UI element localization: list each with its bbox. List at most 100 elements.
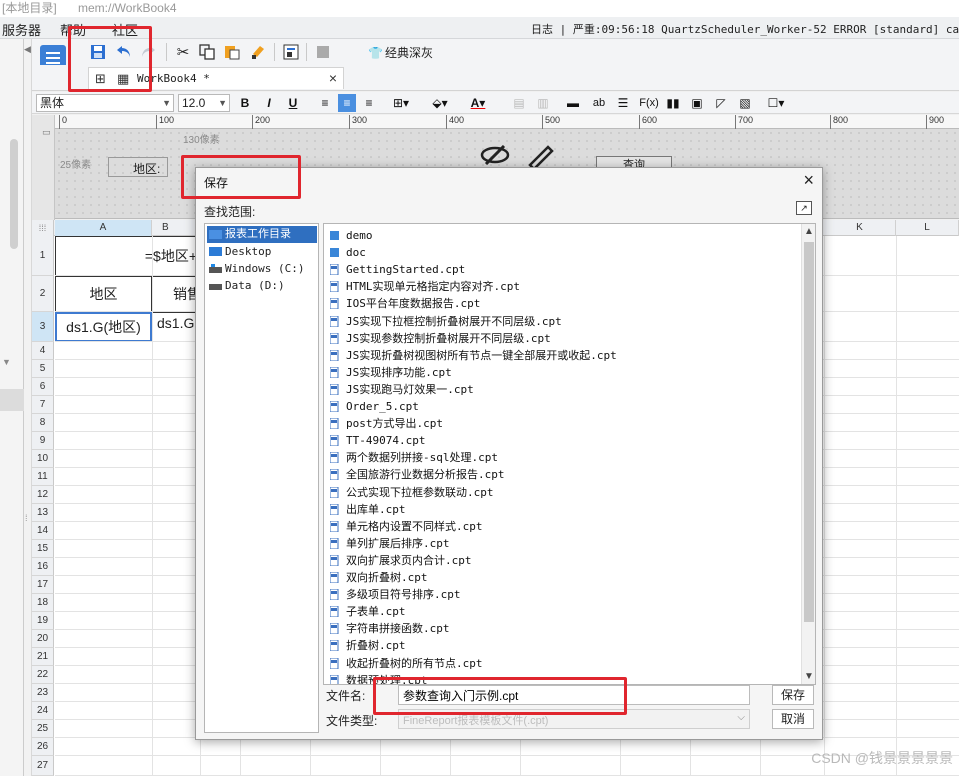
close-tab-icon[interactable]: ×	[329, 70, 337, 86]
align-center-icon[interactable]: ≡	[338, 94, 356, 112]
row-header[interactable]: 21	[32, 648, 54, 666]
preview-icon[interactable]	[281, 42, 301, 62]
row-header[interactable]: 3	[32, 312, 54, 342]
underline-button[interactable]: U	[286, 94, 300, 112]
cell-element-icon[interactable]: ☐▾	[764, 94, 788, 112]
align-right-icon[interactable]: ≡	[360, 94, 378, 112]
scroll-thumb[interactable]	[804, 242, 814, 622]
font-size-select[interactable]: 12.0 ▼	[178, 94, 230, 112]
text-cell-icon[interactable]: ab	[590, 94, 608, 112]
row-header[interactable]: 24	[32, 702, 54, 720]
file-item[interactable]: 公式实现下拉框参数联动.cpt	[328, 484, 494, 501]
copy-icon[interactable]	[197, 42, 217, 62]
row-header[interactable]: 1	[32, 236, 54, 276]
bold-button[interactable]: B	[238, 94, 252, 112]
file-list[interactable]: demo doc GettingStarted.cpt HTML实现单元格指定内容对齐…	[323, 223, 816, 685]
file-item[interactable]: JS实现下拉框控制折叠树展开不同层级.cpt	[328, 313, 562, 330]
splitter-grip-icon[interactable]: ⁞	[25, 513, 28, 523]
dialog-close-icon[interactable]: ×	[803, 170, 814, 191]
align-left-icon[interactable]: ≡	[316, 94, 334, 112]
file-item[interactable]: JS实现跑马灯效果一.cpt	[328, 381, 474, 398]
file-item[interactable]: GettingStarted.cpt	[328, 261, 465, 278]
file-item[interactable]: 单元格内设置不同样式.cpt	[328, 518, 483, 535]
file-item[interactable]: IOS平台年度数据报告.cpt	[328, 295, 480, 312]
select-all-corner[interactable]: ⁞⁞⁞	[32, 220, 54, 236]
file-item[interactable]: TT-49074.cpt	[328, 432, 425, 449]
row-header[interactable]: 27	[32, 756, 54, 776]
row-header[interactable]: 23	[32, 684, 54, 702]
row-header[interactable]: 18	[32, 594, 54, 612]
folder-item[interactable]: demo	[328, 227, 373, 244]
file-item[interactable]: JS实现折叠树视图树所有节点一键全部展开或收起.cpt	[328, 347, 617, 364]
cancel-button[interactable]: 取消	[772, 709, 814, 729]
file-item[interactable]: HTML实现单元格指定内容对齐.cpt	[328, 278, 520, 295]
border-icon[interactable]: ⊞▾	[388, 94, 414, 112]
row-header[interactable]: 13	[32, 504, 54, 522]
chart-icon[interactable]: ▮▮	[664, 94, 682, 112]
file-item[interactable]: 折叠树.cpt	[328, 637, 406, 654]
column-header[interactable]: B	[152, 220, 200, 236]
cell-b2[interactable]: 销售	[152, 276, 200, 312]
row-header[interactable]: 8	[32, 414, 54, 432]
location-data-d[interactable]: Data (D:)	[207, 277, 317, 294]
formula-icon[interactable]: F(x)	[638, 94, 660, 112]
row-header[interactable]: 2	[32, 276, 54, 312]
italic-button[interactable]: I	[262, 94, 276, 112]
collapse-icon[interactable]: ▼	[2, 357, 11, 367]
file-item[interactable]: 字符串拼接函数.cpt	[328, 620, 450, 637]
diagonal-icon[interactable]: ◸	[712, 94, 730, 112]
pencil-icon[interactable]	[526, 143, 556, 169]
log-status-line[interactable]: 日志 | 严重:09:56:18 QuartzScheduler_Worker-…	[531, 21, 959, 37]
file-item[interactable]: 子表单.cpt	[328, 603, 406, 620]
cell-b3[interactable]: ds1.G	[152, 312, 200, 342]
file-item[interactable]: 全国旅游行业数据分析报告.cpt	[328, 466, 505, 483]
font-color-icon[interactable]: A▾	[462, 94, 494, 112]
row-header[interactable]: 10	[32, 450, 54, 468]
image-icon[interactable]: ▣	[688, 94, 706, 112]
merge-cells-icon[interactable]: ▤	[510, 94, 528, 112]
new-folder-icon[interactable]: ↗	[796, 201, 812, 215]
cell-title[interactable]: =$地区+	[55, 236, 200, 276]
file-item[interactable]: post方式导出.cpt	[328, 415, 443, 432]
insert-line-icon[interactable]: ▬	[564, 94, 582, 112]
file-item[interactable]: 两个数据列拼接-sql处理.cpt	[328, 449, 498, 466]
file-item[interactable]: Order_5.cpt	[328, 398, 419, 415]
row-header[interactable]: 11	[32, 468, 54, 486]
file-item[interactable]: JS实现参数控制折叠树展开不同层级.cpt	[328, 330, 551, 347]
location-desktop[interactable]: Desktop	[207, 243, 317, 260]
row-header[interactable]: 7	[32, 396, 54, 414]
row-header[interactable]: 6	[32, 378, 54, 396]
collapse-left-icon[interactable]: ◀	[24, 44, 31, 55]
scroll-up-icon[interactable]: ▲	[804, 226, 814, 237]
font-family-select[interactable]: 黑体 ▼	[36, 94, 174, 112]
file-item[interactable]: 收起折叠树的所有节点.cpt	[328, 655, 483, 672]
row-header[interactable]: 19	[32, 612, 54, 630]
location-report-dir[interactable]: 报表工作目录	[207, 226, 317, 243]
row-header[interactable]: 20	[32, 630, 54, 648]
row-header[interactable]: 22	[32, 666, 54, 684]
row-header[interactable]: 17	[32, 576, 54, 594]
scroll-down-icon[interactable]: ▼	[804, 671, 814, 682]
save-button[interactable]: 保存	[772, 685, 814, 705]
hidden-eye-icon[interactable]	[480, 145, 510, 165]
file-item[interactable]: JS实现排序功能.cpt	[328, 364, 452, 381]
cell-a3[interactable]: ds1.G(地区)	[55, 312, 152, 342]
row-header[interactable]: 16	[32, 558, 54, 576]
file-list-scrollbar[interactable]: ▲ ▼	[801, 224, 815, 684]
cut-icon[interactable]: ✂	[173, 42, 193, 62]
row-header[interactable]: 25	[32, 720, 54, 738]
cell-a2[interactable]: 地区	[55, 276, 152, 312]
row-header[interactable]: 15	[32, 540, 54, 558]
theme-button[interactable]: 👕 经典深灰	[368, 44, 433, 61]
menu-server[interactable]: 服务器	[2, 20, 41, 38]
column-header[interactable]: K	[824, 220, 896, 236]
unmerge-cells-icon[interactable]: ▥	[534, 94, 552, 112]
file-item[interactable]: 单列扩展后排序.cpt	[328, 535, 450, 552]
fill-color-icon[interactable]: ⬙▾	[426, 94, 454, 112]
row-header[interactable]: 12	[32, 486, 54, 504]
location-windows-c[interactable]: Windows (C:)	[207, 260, 317, 277]
folder-item[interactable]: doc	[328, 244, 366, 261]
file-item[interactable]: 双向折叠树.cpt	[328, 569, 428, 586]
row-header[interactable]: 14	[32, 522, 54, 540]
rich-text-icon[interactable]: ☰	[614, 94, 632, 112]
